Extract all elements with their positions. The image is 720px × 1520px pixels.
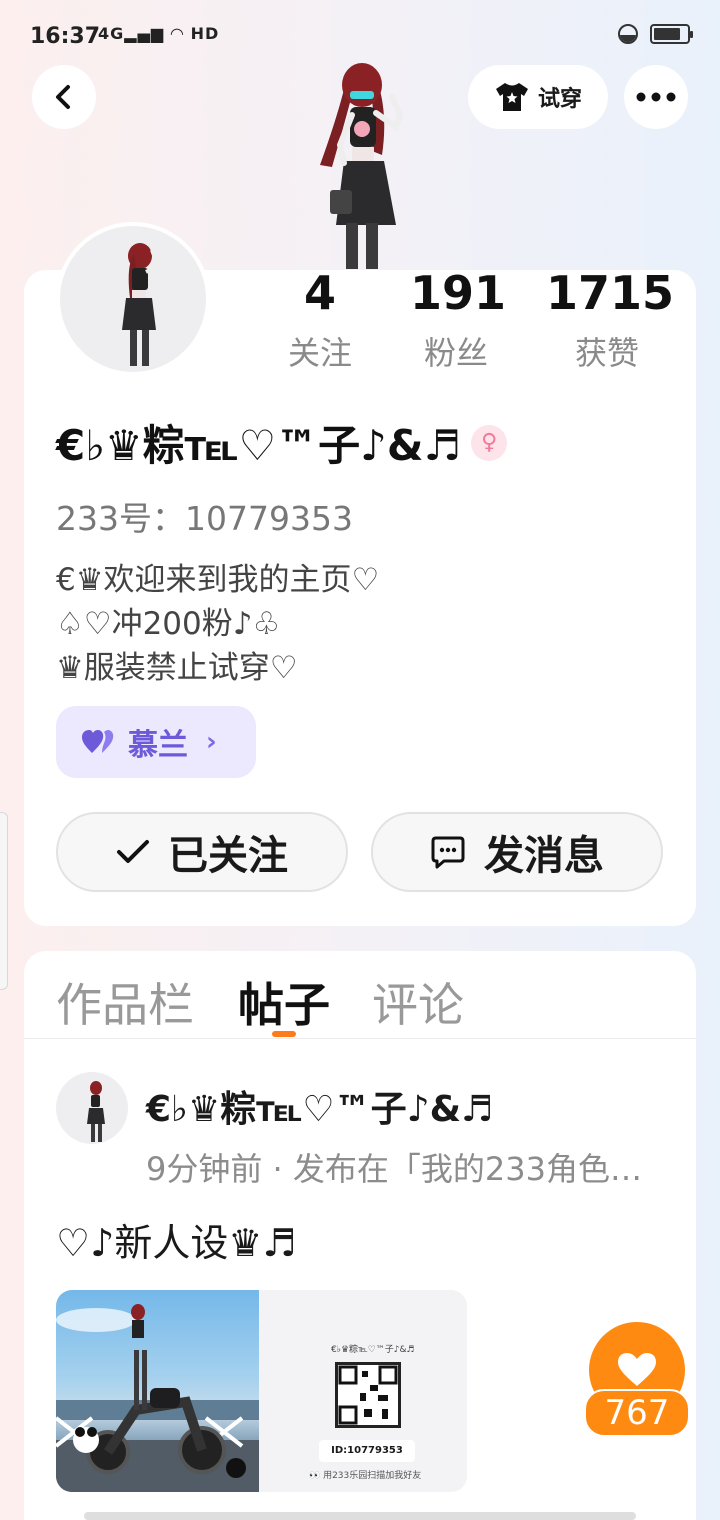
do-not-disturb-icon [618, 24, 638, 44]
chat-bubble-icon [431, 836, 465, 869]
post-author-avatar[interactable] [56, 1072, 128, 1144]
post-image-scene [56, 1304, 259, 1492]
hd-badge: HD [190, 24, 220, 43]
tshirt-icon [495, 83, 528, 111]
qr-card-id: ID:10779353 [319, 1440, 415, 1462]
likes-count: 1715 [546, 266, 675, 320]
chevron-left-icon [56, 85, 70, 109]
try-on-button[interactable]: 试穿 [468, 65, 608, 129]
side-drawer-handle[interactable] [0, 812, 8, 990]
user-id[interactable]: 233号：10779353 [56, 492, 353, 540]
profile-bio: €♛欢迎来到我的主页♡ ♤♡冲200粉♪♧ ♛服装禁止试穿♡ [56, 558, 379, 690]
qr-card-hint: 👀 用233乐园扫描加我好友 [309, 1471, 422, 1481]
following-label: 关注 [287, 334, 352, 372]
wifi-icon: ◠ [170, 24, 185, 43]
try-on-label: 试穿 [537, 87, 582, 112]
active-tab-indicator [272, 1031, 296, 1037]
female-gender-icon: ♀ [471, 424, 508, 461]
qr-card-name: €♭♛粽℡♡™子♪&♬ [331, 1345, 415, 1355]
likes-label: 获赞 [574, 334, 639, 372]
signal-icon: 4G▂▄▆ ◠ HD [98, 24, 220, 43]
heart-icon [618, 1353, 656, 1386]
post-author-name[interactable]: €♭♛粽℡♡™子♪&♬ [146, 1080, 493, 1132]
profile-avatar[interactable] [56, 222, 210, 376]
post-image-qr-card[interactable]: €♭♛粽℡♡™子♪&♬ ID:10779353 👀 用233乐园扫描加我好友 [259, 1290, 467, 1492]
battery-icon [650, 24, 693, 44]
post-text[interactable]: ♡♪新人设♛♬ [56, 1212, 296, 1267]
followers-label: 粉丝 [423, 334, 488, 372]
profile-nickname: €♭♛粽℡♡™子♪&♬ ♀ [56, 412, 508, 473]
like-count: 767 [584, 1389, 690, 1437]
nickname-text: €♭♛粽℡♡™子♪&♬ [56, 421, 462, 470]
avatar-figure-image [122, 243, 161, 366]
avatar-3d-figure[interactable] [300, 55, 430, 270]
followed-button[interactable]: 已关注 [56, 812, 348, 892]
tab-bar: 作品栏 帖子 评论 [24, 951, 696, 1039]
followed-label: 已关注 [168, 833, 288, 879]
checkmark-icon [117, 840, 149, 863]
post-meta[interactable]: 9分钟前 · 发布在「我的233角色… [146, 1144, 692, 1190]
tab-posts[interactable]: 帖子 [238, 969, 330, 1035]
stat-likes[interactable]: 1715 获赞 [546, 266, 675, 374]
more-button[interactable] [624, 65, 688, 129]
send-message-button[interactable]: 发消息 [371, 812, 663, 892]
bio-line: €♛欢迎来到我的主页♡ [56, 562, 380, 598]
qr-code-icon [335, 1362, 401, 1428]
bio-line: ♛服装禁止试穿♡ [56, 650, 298, 686]
post-image-motorcycle[interactable] [56, 1290, 259, 1492]
following-count: 4 [303, 266, 336, 320]
tab-comments[interactable]: 评论 [372, 969, 464, 1035]
followers-count: 191 [410, 266, 507, 320]
more-dots-icon [636, 92, 676, 102]
double-heart-icon [82, 730, 114, 753]
tab-works[interactable]: 作品栏 [56, 969, 194, 1035]
bottom-divider [84, 1512, 636, 1520]
guild-name: 慕兰 [128, 728, 188, 763]
stat-following[interactable]: 4 关注 [284, 270, 356, 374]
back-button[interactable] [32, 65, 96, 129]
avatar-figure-image [87, 1081, 105, 1142]
status-time: 16:37 [30, 24, 101, 49]
bio-line: ♤♡冲200粉♪♧ [56, 606, 281, 642]
send-message-label: 发消息 [484, 833, 604, 879]
network-type: 4G [98, 24, 125, 43]
guild-badge-button[interactable]: 慕兰 › [56, 706, 256, 778]
chevron-right-icon: › [206, 727, 217, 757]
stat-followers[interactable]: 191 粉丝 [410, 266, 507, 374]
